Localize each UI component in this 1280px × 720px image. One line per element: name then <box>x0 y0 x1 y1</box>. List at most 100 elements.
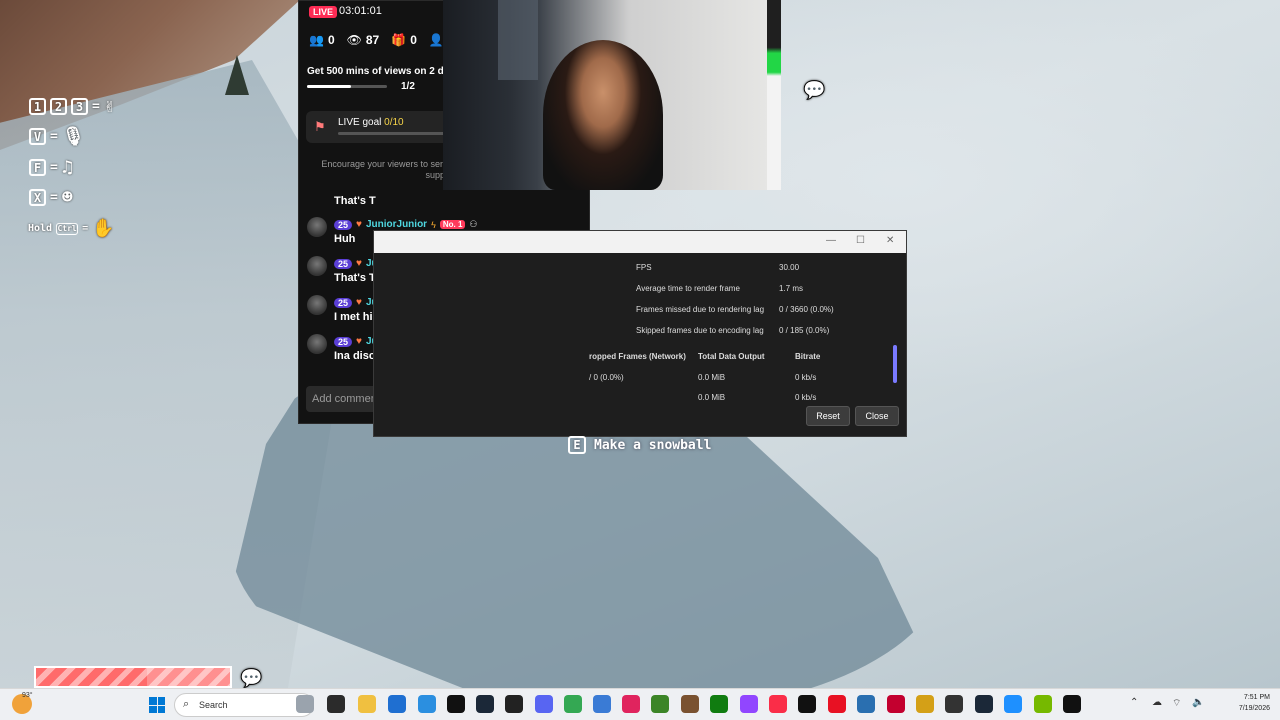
stat-value: 30.00 <box>779 263 800 272</box>
browser-icon[interactable] <box>857 695 875 713</box>
webcam-edge <box>767 0 781 190</box>
xbox-icon[interactable] <box>710 695 728 713</box>
rank-badge: No. 1 <box>439 220 466 229</box>
fan-heart-icon: ♥ <box>356 336 362 347</box>
stat-row: Frames missed due to rendering lag 0 / 36… <box>636 305 834 314</box>
gesture-icon: ✌ <box>103 96 115 117</box>
live-goal-progress <box>338 132 448 135</box>
hud-music-key: F = ♫ <box>29 157 73 178</box>
task-view-icon[interactable] <box>296 695 314 713</box>
guests-stat[interactable]: 👥 0 <box>309 33 335 47</box>
stat-value: 0 / 185 (0.0%) <box>779 326 830 335</box>
coin-icon[interactable] <box>916 695 934 713</box>
fan-heart-icon: ♥ <box>356 297 362 308</box>
hold-label: Hold <box>28 223 53 234</box>
gifts-stat[interactable]: 🎁 0 <box>391 33 417 47</box>
key-e: E <box>568 436 586 454</box>
webcam-door <box>498 0 538 80</box>
minecraft-icon[interactable] <box>651 695 669 713</box>
equals-sign: = <box>50 129 58 144</box>
hud-voice-key: V = 🎙 <box>29 126 85 147</box>
folder-icon[interactable] <box>358 695 376 713</box>
avatar[interactable] <box>307 334 327 354</box>
monitor-icon[interactable] <box>1004 695 1022 713</box>
equals-sign: = <box>50 190 58 205</box>
stat-label: Average time to render frame <box>636 284 740 293</box>
minimize-icon[interactable]: — <box>826 235 836 246</box>
stat-row: FPS 30.00 <box>636 263 799 272</box>
avatar[interactable] <box>307 217 327 237</box>
capcut-icon[interactable] <box>622 695 640 713</box>
live-goal-value: 0/10 <box>384 117 404 128</box>
webcam-feed <box>443 0 781 190</box>
music-icon[interactable] <box>769 695 787 713</box>
key-ctrl: Ctrl <box>56 222 79 235</box>
notepad-icon[interactable] <box>593 695 611 713</box>
clock-time: 7:51 PM <box>1243 694 1270 701</box>
game-icon[interactable] <box>681 695 699 713</box>
chrome-icon[interactable] <box>564 695 582 713</box>
key-f: F <box>29 159 46 176</box>
dialog-titlebar[interactable]: — ☐ ✕ <box>374 231 906 253</box>
steam-icon[interactable] <box>476 695 494 713</box>
editor-icon[interactable] <box>945 695 963 713</box>
interaction-prompt: E Make a snowball <box>568 436 711 454</box>
view-goal-progress <box>307 85 387 88</box>
search-icon: ⌕ <box>183 698 190 710</box>
table-header: ropped Frames (Network) <box>589 352 686 361</box>
chat-bubble-icon: 💬 <box>803 80 826 101</box>
stream-stats: 👥 0 👁 87 🎁 0 👤 <box>309 33 444 47</box>
speaker-icon[interactable]: 🔈 <box>1192 697 1204 708</box>
maximize-icon[interactable]: ☐ <box>856 235 865 246</box>
network-icon[interactable]: ☁ <box>1152 697 1162 708</box>
media-player-icon[interactable] <box>828 695 846 713</box>
comment-text: That's T <box>334 195 376 207</box>
key-v: V <box>29 128 46 145</box>
discord-icon[interactable] <box>535 695 553 713</box>
level-badge: 25 <box>334 258 353 269</box>
avatar[interactable] <box>307 295 327 315</box>
key-1: 1 <box>29 98 46 115</box>
search-label: Search <box>199 700 228 710</box>
eye-icon: 👁 <box>346 33 362 47</box>
nvidia-icon[interactable] <box>1034 695 1052 713</box>
wifi-icon[interactable]: ⌔ <box>1172 697 1181 710</box>
add-user-icon[interactable]: ⚇ <box>469 219 477 230</box>
music-note-icon: ♫ <box>61 157 73 178</box>
close-icon[interactable]: ✕ <box>886 235 894 246</box>
viewers-stat[interactable]: 👁 87 <box>347 33 380 47</box>
tiktok-live-icon[interactable] <box>505 695 523 713</box>
unreal-icon[interactable] <box>1063 695 1081 713</box>
stats-table-scrollbar[interactable] <box>893 345 897 383</box>
gift-icon: 🎁 <box>391 33 407 47</box>
app-icon[interactable] <box>798 695 816 713</box>
temperature: 93° <box>22 692 33 699</box>
key-x: X <box>29 189 46 206</box>
wave-hand-icon: ✋ <box>92 218 115 239</box>
view-goal-progress-fill <box>307 85 351 88</box>
equals-sign: = <box>50 160 58 175</box>
close-button[interactable]: Close <box>855 406 899 426</box>
reset-button[interactable]: Reset <box>806 406 850 426</box>
file-manager-icon[interactable] <box>327 695 345 713</box>
taskbar-search[interactable]: ⌕ Search <box>174 693 314 717</box>
edge-icon[interactable] <box>418 695 436 713</box>
taskbar-clock[interactable]: 7:51 PM 7/19/2026 <box>1215 692 1270 714</box>
avatar[interactable] <box>307 256 327 276</box>
stamina-bar <box>34 666 232 688</box>
steam-2-icon[interactable] <box>975 695 993 713</box>
twitch-icon[interactable] <box>740 695 758 713</box>
add-guest-icon[interactable]: 👤 <box>429 33 444 47</box>
angular-icon[interactable] <box>887 695 905 713</box>
windows-start-icon[interactable] <box>149 697 165 713</box>
encourage-text: Encourage your viewers to sen supp <box>321 159 445 180</box>
table-cell: 0.0 MiB <box>698 373 726 382</box>
store-icon[interactable] <box>388 695 406 713</box>
level-badge: 25 <box>334 219 353 230</box>
chevron-up-icon[interactable]: ⌃ <box>1130 697 1138 708</box>
people-icon: 👥 <box>309 33 324 47</box>
fan-heart-icon: ♥ <box>356 219 362 230</box>
tiktok-icon[interactable] <box>447 695 465 713</box>
key-2: 2 <box>50 98 67 115</box>
comment-username[interactable]: JuniorJunior <box>366 219 427 230</box>
